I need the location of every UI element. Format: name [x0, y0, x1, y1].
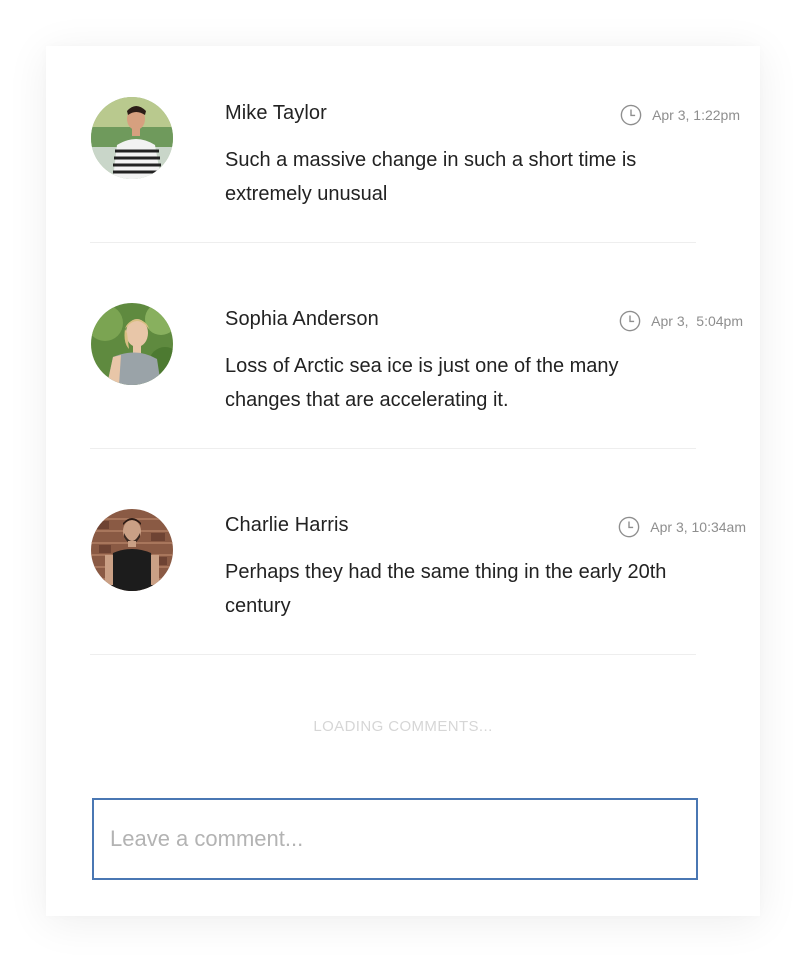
comment-input[interactable]: [94, 800, 696, 878]
comment-text: Perhaps they had the same thing in the e…: [225, 561, 667, 617]
clock-icon: [618, 516, 640, 538]
comment-item: Charlie Harris Apr 3, 10:34am Perhaps th…: [46, 458, 760, 664]
divider: [90, 448, 696, 449]
timestamp-text: Apr 3, 10:34am: [650, 519, 746, 535]
comment-timestamp: Apr 3, 10:34am: [618, 516, 746, 538]
avatar[interactable]: [91, 303, 173, 385]
comment-timestamp: Apr 3, 5:04pm: [619, 310, 743, 332]
comment-item: Sophia Anderson Apr 3, 5:04pm Loss of Ar…: [46, 252, 760, 458]
clock-icon: [619, 310, 641, 332]
comment-author[interactable]: Charlie Harris: [225, 514, 349, 537]
comment-timestamp: Apr 3, 1:22pm: [620, 104, 740, 126]
comment-author[interactable]: Sophia Anderson: [225, 308, 379, 331]
user-avatar-sophia-icon: [91, 303, 173, 385]
comment-author[interactable]: Mike Taylor: [225, 102, 327, 125]
divider: [90, 242, 696, 243]
comment-text: Loss of Arctic sea ice is just one of th…: [225, 355, 619, 411]
clock-icon: [620, 104, 642, 126]
avatar[interactable]: [91, 97, 173, 179]
comment-item: Mike Taylor Apr 3, 1:22pm Such a massive…: [46, 46, 760, 252]
user-avatar-mike-icon: [91, 97, 173, 179]
comment-text: Such a massive change in such a short ti…: [225, 149, 637, 205]
timestamp-text: Apr 3, 5:04pm: [651, 313, 743, 329]
avatar[interactable]: [91, 509, 173, 591]
divider: [90, 654, 696, 655]
timestamp-text: Apr 3, 1:22pm: [652, 107, 740, 123]
comment-input-container: [92, 798, 698, 880]
user-avatar-charlie-icon: [91, 509, 173, 591]
loading-comments-indicator: LOADING COMMENTS...: [313, 718, 493, 735]
comments-card: Mike Taylor Apr 3, 1:22pm Such a massive…: [46, 46, 760, 916]
